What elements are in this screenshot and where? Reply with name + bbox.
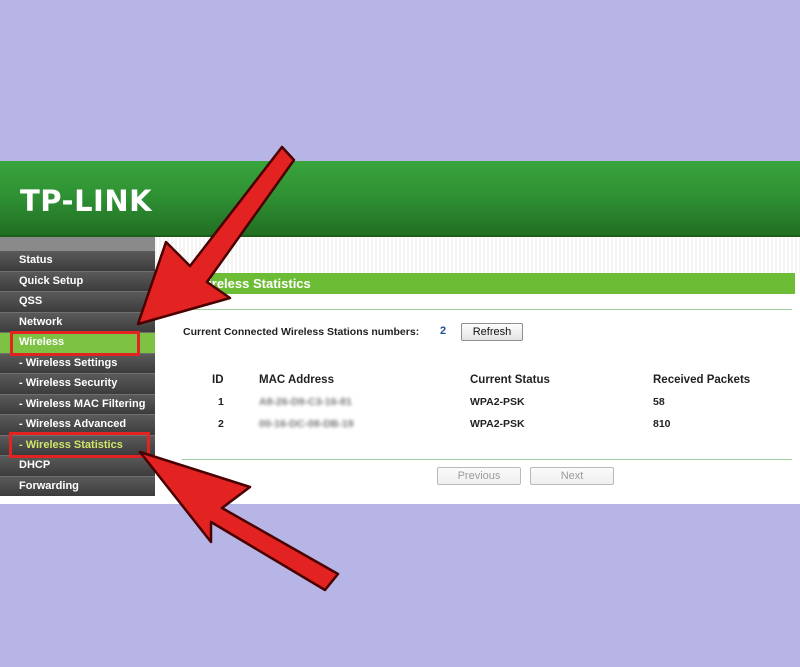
red-arrow-icon [138,450,340,592]
red-arrow-icon [136,145,296,326]
annotation-arrows [136,145,340,592]
